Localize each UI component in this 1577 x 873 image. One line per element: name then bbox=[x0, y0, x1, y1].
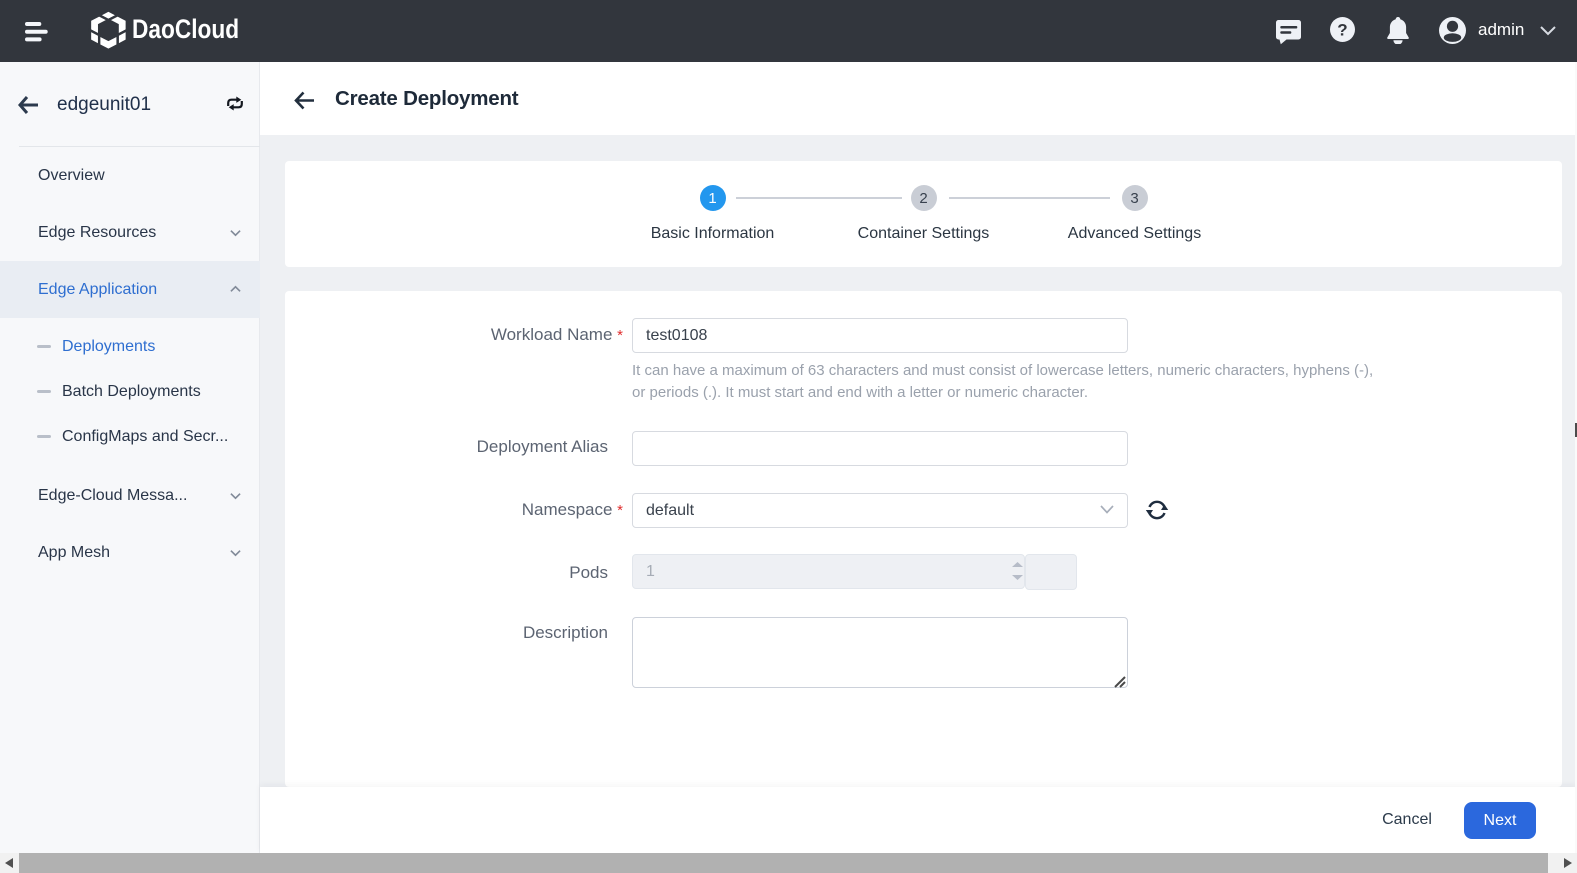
svg-text:?: ? bbox=[1337, 21, 1347, 40]
